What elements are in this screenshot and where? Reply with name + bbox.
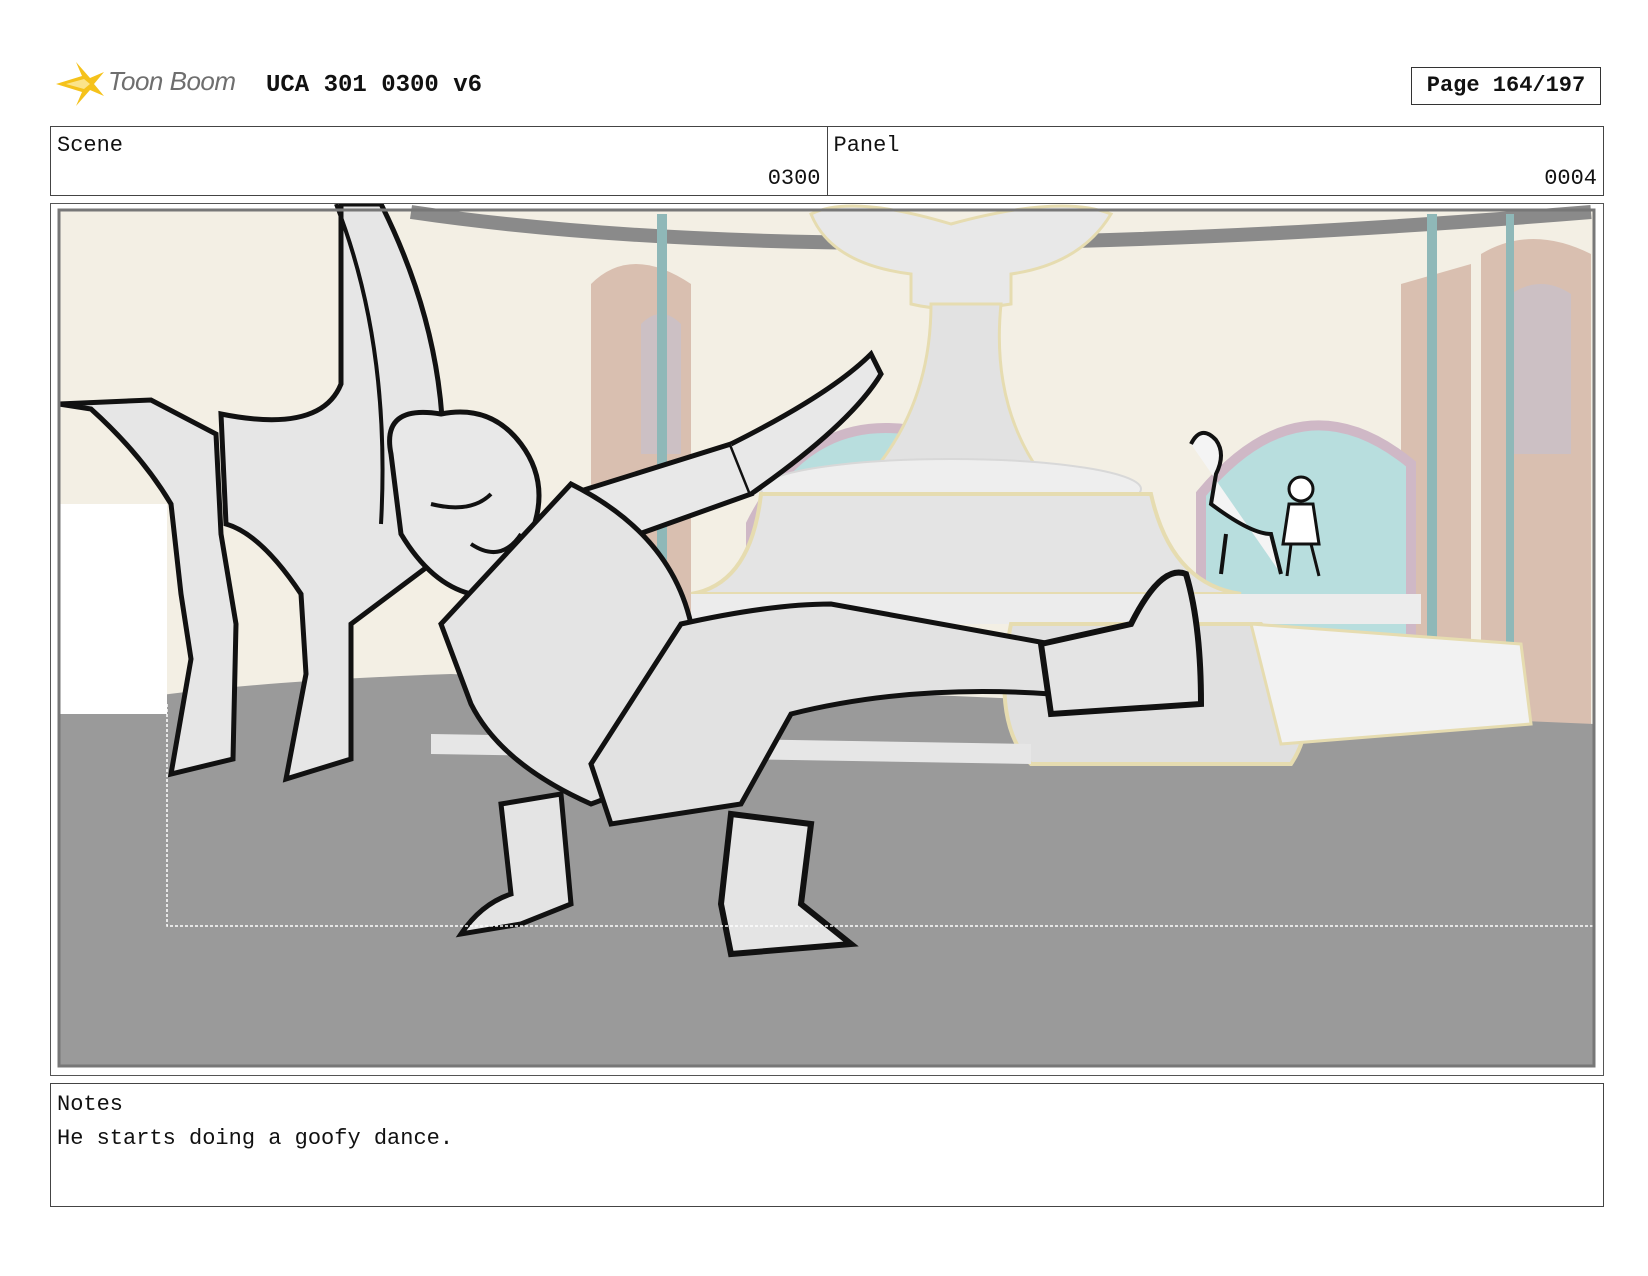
distant-girl-head	[1287, 475, 1315, 503]
panel-cell: Panel 0004	[826, 127, 1604, 195]
scene-number: 0300	[767, 166, 821, 191]
notes-text: He starts doing a goofy dance.	[57, 1126, 454, 1151]
panel-label: Panel	[833, 133, 900, 158]
scene-label: Scene	[57, 133, 124, 158]
storyboard-drawing	[57, 204, 1596, 1068]
document-title: UCA 301 0300 v6	[266, 72, 483, 99]
logo-wordmark: Toon Boom	[108, 66, 236, 96]
panel-number: 0004	[1544, 166, 1597, 191]
scene-cell: Scene 0300	[51, 127, 827, 195]
storyboard-panel-image	[50, 203, 1604, 1076]
page-indicator: Page 164/197	[1411, 67, 1601, 105]
toon-boom-logo: Toon Boom	[52, 58, 252, 110]
starburst-icon	[56, 62, 104, 106]
notes-label: Notes	[57, 1092, 124, 1117]
scene-panel-info: Scene 0300 Panel 0004	[50, 126, 1604, 196]
notes-section: Notes He starts doing a goofy dance.	[50, 1083, 1604, 1207]
